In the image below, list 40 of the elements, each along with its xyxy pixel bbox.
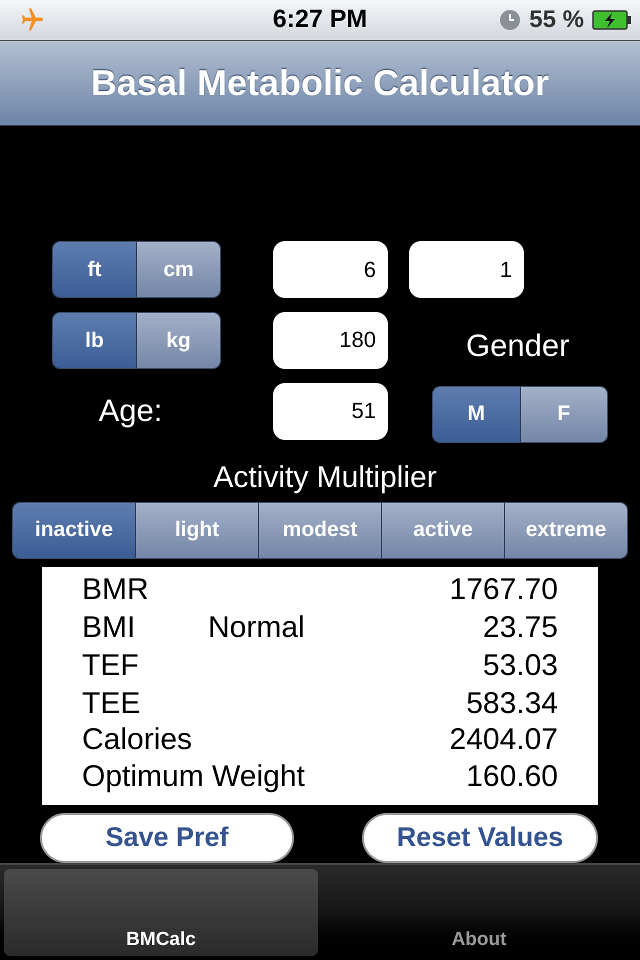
tab-item[interactable]: BMCalc xyxy=(4,868,318,956)
result-label: Optimum Weight xyxy=(82,758,305,795)
age-label: Age: xyxy=(98,392,164,430)
segment-button[interactable]: extreme xyxy=(504,502,627,558)
battery-icon xyxy=(592,8,632,31)
result-value: 23.75 xyxy=(482,610,558,646)
result-label: TEF xyxy=(82,648,140,684)
clock-icon xyxy=(499,8,522,31)
result-label: BMR xyxy=(82,572,150,608)
segment-button[interactable]: modest xyxy=(258,502,381,558)
action-button[interactable]: Reset Values xyxy=(362,812,598,863)
result-label: TEE xyxy=(82,686,142,722)
segment-button[interactable]: kg xyxy=(136,312,220,368)
segment-button[interactable]: F xyxy=(520,386,607,442)
result-value: 1767.70 xyxy=(450,572,558,608)
status-time: 6:27 PM xyxy=(272,4,368,36)
action-button[interactable]: Save Pref xyxy=(40,812,294,863)
result-value: 160.60 xyxy=(466,758,558,795)
segment-button[interactable]: ft xyxy=(53,242,136,298)
tab-item[interactable]: About xyxy=(322,868,636,956)
number-field[interactable]: 51 xyxy=(273,382,388,440)
number-field[interactable]: 180 xyxy=(273,312,388,369)
gender-label: Gender xyxy=(466,327,570,366)
segment-button[interactable]: inactive xyxy=(13,502,135,558)
number-field[interactable]: 6 xyxy=(273,241,388,298)
segment-button[interactable]: light xyxy=(135,502,258,558)
segment-button[interactable]: cm xyxy=(136,242,220,298)
activity-label: Activity Multiplier xyxy=(213,460,437,496)
result-label: BMI xyxy=(82,610,136,646)
segment-button[interactable]: M xyxy=(433,386,520,442)
result-value: 2404.07 xyxy=(450,722,558,758)
result-value: 53.03 xyxy=(482,648,558,684)
result-status: Normal xyxy=(208,610,305,646)
segment-button[interactable]: lb xyxy=(53,312,136,368)
segment-button[interactable]: active xyxy=(381,502,504,558)
battery-percent: 55 % xyxy=(529,4,584,35)
number-field[interactable]: 1 xyxy=(409,241,524,298)
result-value: 583.34 xyxy=(466,686,558,722)
window-title: Basal Metabolic Calculator xyxy=(90,60,550,105)
result-label: Calories xyxy=(82,722,194,758)
